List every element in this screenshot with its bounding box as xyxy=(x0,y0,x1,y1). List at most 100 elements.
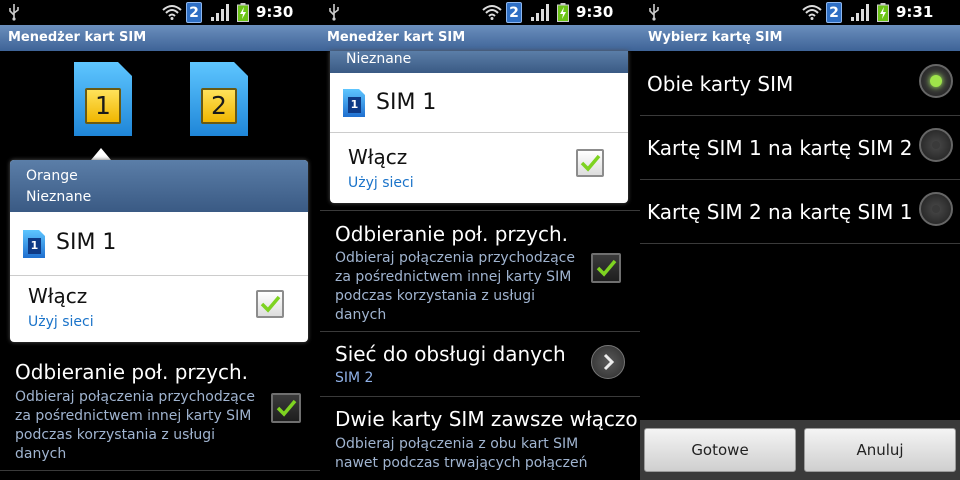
dual-sim-description: Odbieraj połączenia z obu kart SIM nawet… xyxy=(335,435,635,473)
description-line: podczas korzystania z usługi xyxy=(15,427,216,443)
description-line: za pośrednictwem innej karty SIM xyxy=(335,269,572,285)
sim-indicator-icon: 2 xyxy=(186,2,202,23)
option-label: Kartę SIM 1 na kartę SIM 2 xyxy=(647,136,913,160)
enable-label: Włącz xyxy=(348,145,408,169)
row-divider xyxy=(320,210,640,211)
screen-sim-manager-2: 2 9:30 Menedżer kart SIM Nieznane 1 SIM … xyxy=(320,0,640,480)
network-status: Nieznane xyxy=(26,189,92,205)
screen-select-sim: 2 9:31 Wybierz kartę SIM Obie karty SIM … xyxy=(640,0,960,480)
radio-dot xyxy=(932,141,940,149)
receive-calls-description: Odbieraj połączenia przychodzące za pośr… xyxy=(335,249,585,325)
status-bar: 2 9:30 xyxy=(0,0,320,25)
description-line: podczas korzystania z usługi xyxy=(335,288,536,304)
receive-calls-checkbox[interactable] xyxy=(271,393,301,423)
description-line: Odbieraj połączenia przychodzące xyxy=(335,250,575,266)
usb-icon xyxy=(329,4,339,21)
enable-sublabel: Użyj sieci xyxy=(28,314,94,330)
sim-notch xyxy=(234,62,248,76)
popup-header: Nieznane xyxy=(330,51,628,73)
cancel-button[interactable]: Anuluj xyxy=(804,428,956,472)
checkmark-icon xyxy=(596,259,617,277)
row-divider xyxy=(0,470,320,471)
status-bar: 2 9:31 xyxy=(640,0,960,25)
radio-button[interactable] xyxy=(919,192,953,226)
option-both-sims[interactable]: Obie karty SIM xyxy=(640,52,960,115)
checkmark-icon xyxy=(276,399,297,417)
status-time: 9:31 xyxy=(896,3,934,21)
popup-pointer xyxy=(91,148,111,160)
chevron-right-icon[interactable] xyxy=(591,345,625,379)
sim-indicator-icon: 2 xyxy=(506,2,522,23)
sim-1-icon: 1 xyxy=(23,230,45,258)
option-label: Obie karty SIM xyxy=(647,72,794,96)
radio-button-selected[interactable] xyxy=(919,64,953,98)
signal-icon xyxy=(531,4,549,21)
page-title: Menedżer kart SIM xyxy=(0,25,320,51)
battery-icon xyxy=(237,3,249,22)
description-line: za pośrednictwem innej karty SIM xyxy=(15,408,252,424)
enable-checkbox[interactable] xyxy=(256,290,284,318)
option-label: Kartę SIM 2 na kartę SIM 1 xyxy=(647,200,913,224)
done-button[interactable]: Gotowe xyxy=(644,428,796,472)
option-sim1-to-sim2[interactable]: Kartę SIM 1 na kartę SIM 2 xyxy=(640,116,960,179)
wifi-icon xyxy=(802,5,822,20)
signal-icon xyxy=(851,4,869,21)
radio-dot xyxy=(932,205,940,213)
dual-sim-row[interactable]: Dwie karty SIM zawsze włączo Odbieraj po… xyxy=(320,397,640,480)
status-time: 9:30 xyxy=(256,3,294,21)
battery-icon xyxy=(557,3,569,22)
receive-calls-title: Odbieranie poł. przych. xyxy=(335,222,568,246)
data-network-row[interactable]: Sieć do obsługi danych SIM 2 xyxy=(320,332,640,396)
sim-badge-number: 1 xyxy=(28,238,41,254)
usb-icon xyxy=(9,4,19,21)
sim-card-1-button[interactable]: 1 xyxy=(74,62,132,136)
enable-sublabel: Użyj sieci xyxy=(348,175,414,191)
wifi-icon xyxy=(162,5,182,20)
radio-dot xyxy=(930,75,942,87)
status-bar: 2 9:30 xyxy=(320,0,640,25)
receive-calls-checkbox[interactable] xyxy=(591,253,621,283)
checkmark-icon xyxy=(580,154,601,172)
sim-1-icon: 1 xyxy=(343,89,365,117)
sim-card-number: 1 xyxy=(85,88,121,124)
popup-header: Orange Nieznane xyxy=(10,160,308,212)
enable-checkbox[interactable] xyxy=(576,149,604,177)
description-line: Odbieraj połączenia przychodzące xyxy=(15,389,255,405)
dual-sim-title: Dwie karty SIM zawsze włączo xyxy=(335,407,638,431)
sim-name-row[interactable]: 1 SIM 1 xyxy=(10,212,308,276)
checkmark-icon xyxy=(260,295,281,313)
description-line: danych xyxy=(15,446,67,462)
status-time: 9:30 xyxy=(576,3,614,21)
sim-card-2-button[interactable]: 2 xyxy=(190,62,248,136)
sim-name-row[interactable]: 1 SIM 1 xyxy=(330,73,628,133)
enable-sim-row[interactable]: Włącz Użyj sieci xyxy=(10,276,308,342)
description-line: Odbieraj połączenia z obu kart SIM xyxy=(335,436,579,452)
radio-button[interactable] xyxy=(919,128,953,162)
sim-name: SIM 1 xyxy=(56,230,117,255)
description-line: nawet podczas trwających połączeń xyxy=(335,455,588,471)
sim-notch xyxy=(118,62,132,76)
network-status: Nieznane xyxy=(346,51,412,67)
sim-badge-number: 1 xyxy=(348,97,361,113)
sim-details-popup: Orange Nieznane 1 SIM 1 Włącz Użyj sieci xyxy=(10,160,308,342)
description-line: danych xyxy=(335,307,387,323)
row-divider xyxy=(640,243,960,244)
wifi-icon xyxy=(482,5,502,20)
enable-sim-row[interactable]: Włącz Użyj sieci xyxy=(330,133,628,203)
enable-label: Włącz xyxy=(28,284,88,308)
sim-name: SIM 1 xyxy=(376,90,437,115)
signal-icon xyxy=(211,4,229,21)
operator-name: Orange xyxy=(26,168,78,184)
data-network-title: Sieć do obsługi danych xyxy=(335,342,566,366)
sim-indicator-icon: 2 xyxy=(826,2,842,23)
chevron-glyph xyxy=(603,353,615,371)
screen-sim-manager-1: 2 9:30 Menedżer kart SIM 1 2 Orange Niez… xyxy=(0,0,320,480)
sim-notch xyxy=(39,230,45,236)
usb-icon xyxy=(649,4,659,21)
sim-card-number: 2 xyxy=(201,88,237,124)
option-sim2-to-sim1[interactable]: Kartę SIM 2 na kartę SIM 1 xyxy=(640,180,960,243)
sim-details-popup: Nieznane 1 SIM 1 Włącz Użyj sieci xyxy=(330,51,628,203)
receive-calls-description: Odbieraj połączenia przychodzące za pośr… xyxy=(15,388,265,464)
sim-notch xyxy=(359,89,365,95)
page-title: Menedżer kart SIM xyxy=(320,25,640,51)
